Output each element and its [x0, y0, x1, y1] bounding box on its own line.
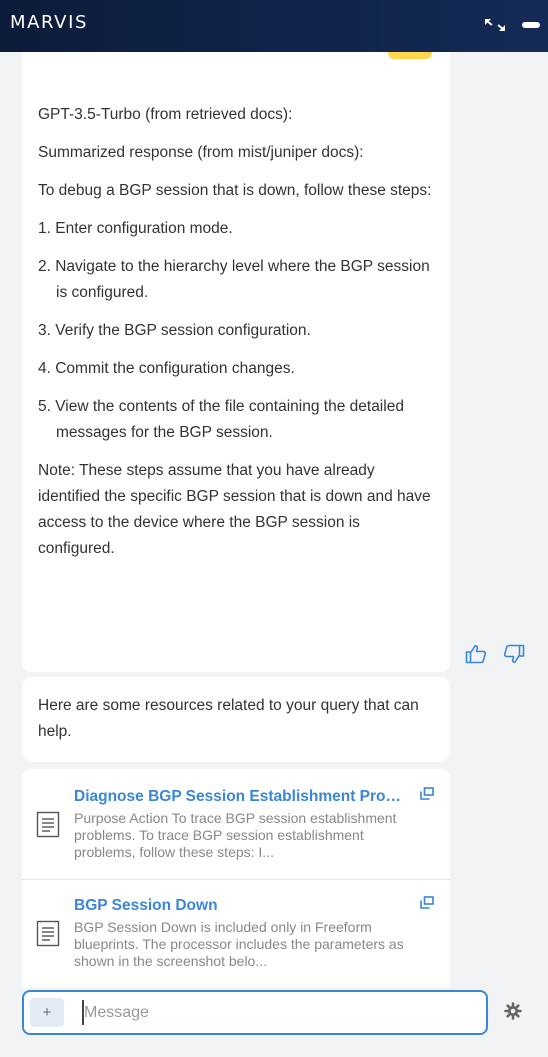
- resource-description: Purpose Action To trace BGP session esta…: [74, 810, 397, 860]
- answer-step: 2. Navigate to the hierarchy level where…: [38, 258, 430, 301]
- document-icon: [36, 920, 60, 952]
- resource-item[interactable]: BGP Session Down BGP Session Down is inc…: [22, 896, 450, 970]
- answer-note: Note: These steps assume that you have a…: [38, 462, 431, 557]
- minimize-icon[interactable]: [522, 21, 540, 29]
- app-header: MARVIS: [0, 0, 548, 52]
- answer-step: 3. Verify the BGP session configuration.: [38, 322, 311, 339]
- feedback-controls: [465, 644, 525, 664]
- document-icon: [36, 811, 60, 843]
- add-attachment-button[interactable]: +: [30, 998, 64, 1027]
- answer-lead: To debug a BGP session that is down, fol…: [38, 182, 432, 199]
- resource-item[interactable]: Diagnose BGP Session Establishment Probl…: [22, 787, 450, 861]
- resource-description: BGP Session Down is included only in Fre…: [74, 919, 404, 969]
- message-input[interactable]: [84, 997, 464, 1029]
- resource-divider: [22, 879, 450, 880]
- thumbs-down-icon[interactable]: [503, 644, 525, 664]
- external-link-icon[interactable]: [420, 787, 434, 805]
- external-link-icon[interactable]: [420, 896, 434, 914]
- resources-intro-card: Here are some resources related to your …: [22, 677, 450, 762]
- answer-intro: GPT-3.5-Turbo (from retrieved docs):: [38, 106, 293, 123]
- answer-steps: 1. Enter configuration mode. 2. Navigate…: [38, 216, 436, 446]
- expand-icon[interactable]: [484, 18, 506, 32]
- answer-tag: [388, 52, 432, 59]
- answer-step: 4. Commit the configuration changes.: [38, 360, 295, 377]
- app-title: MARVIS: [10, 11, 89, 33]
- resources-intro: Here are some resources related to your …: [38, 697, 419, 740]
- message-input-box[interactable]: +: [22, 990, 488, 1035]
- answer-step: 1. Enter configuration mode.: [38, 220, 233, 237]
- resources-list-card: Diagnose BGP Session Establishment Probl…: [22, 769, 450, 988]
- resource-title[interactable]: Diagnose BGP Session Establishment Probl…: [74, 787, 404, 807]
- message-composer: +: [0, 988, 548, 1057]
- assistant-answer-card: GPT-3.5-Turbo (from retrieved docs): Sum…: [22, 52, 450, 672]
- resource-title[interactable]: BGP Session Down: [74, 896, 404, 916]
- answer-subtitle: Summarized response (from mist/juniper d…: [38, 144, 364, 161]
- gear-icon[interactable]: [504, 1002, 522, 1025]
- thumbs-up-icon[interactable]: [465, 644, 487, 664]
- header-controls: [484, 18, 540, 32]
- chat-scroll-area[interactable]: GPT-3.5-Turbo (from retrieved docs): Sum…: [0, 52, 548, 988]
- answer-step: 5. View the contents of the file contain…: [38, 398, 404, 441]
